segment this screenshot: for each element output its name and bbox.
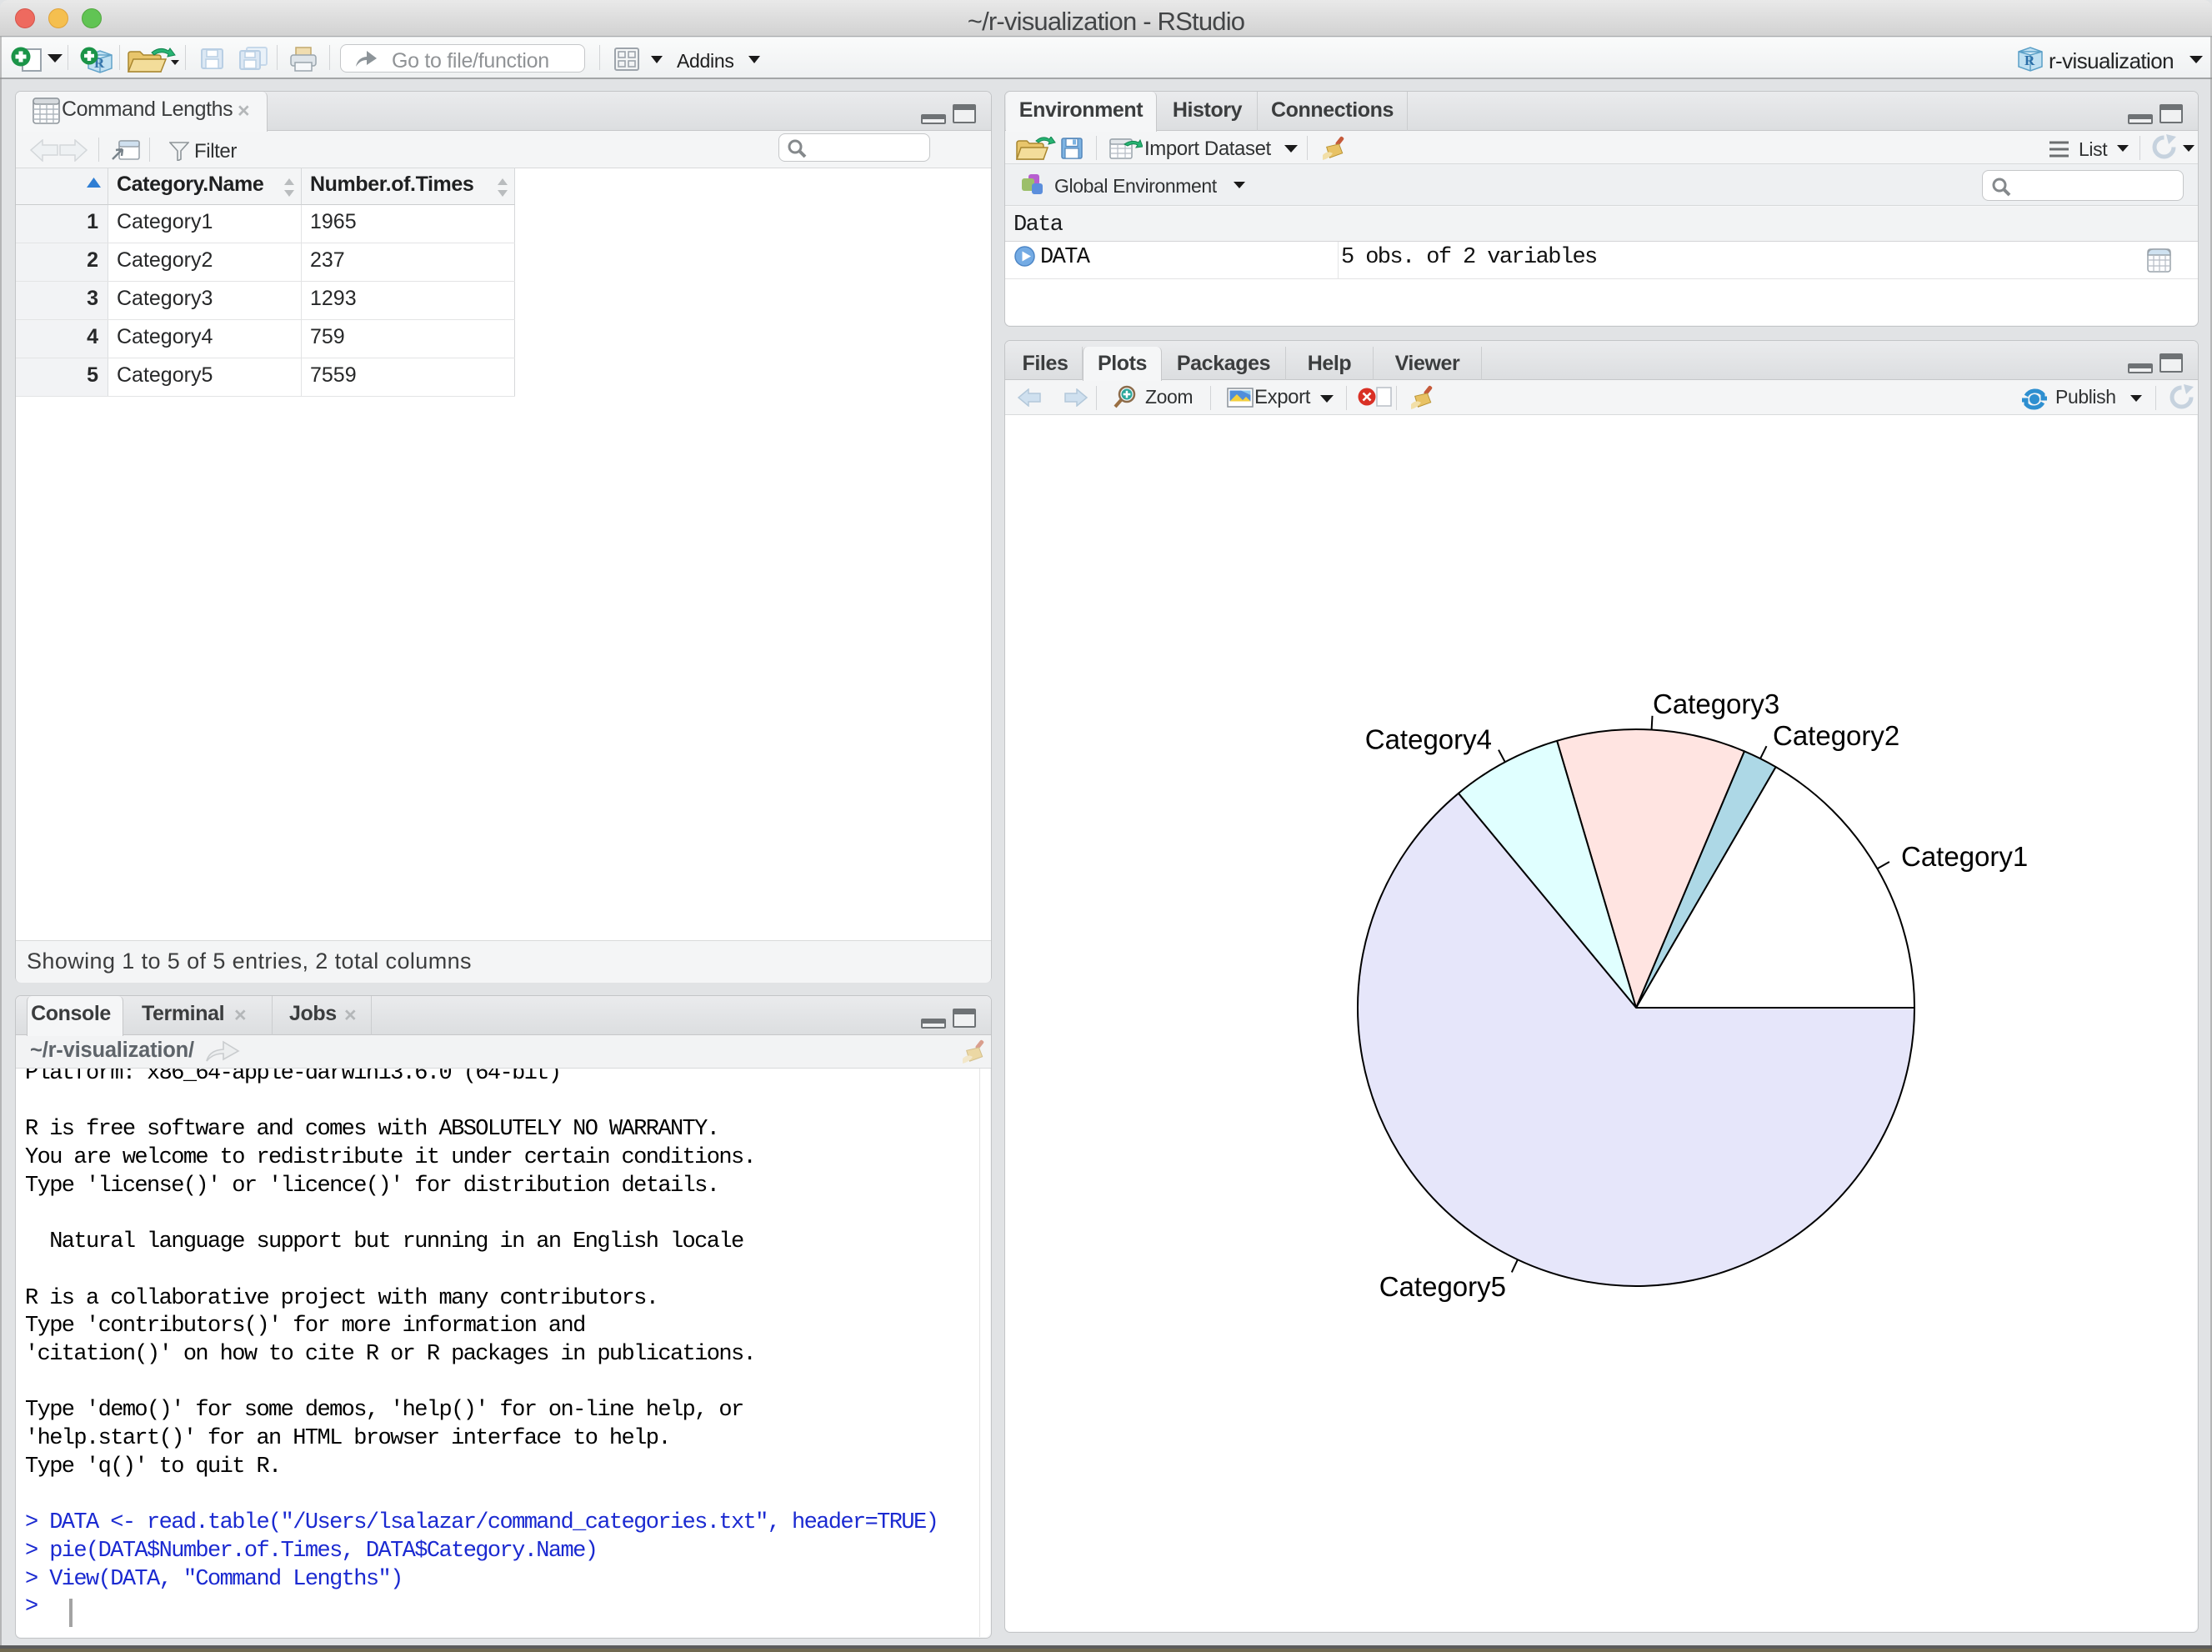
svg-text:Category3: Category3 (1653, 688, 1779, 719)
svg-text:R: R (2024, 53, 2035, 68)
svg-text:Category4: Category4 (1365, 724, 1492, 755)
svg-text:Category1: Category1 (1901, 841, 2028, 872)
svg-text:Category2: Category2 (1773, 720, 1899, 751)
svg-text:Category5: Category5 (1379, 1271, 1506, 1302)
